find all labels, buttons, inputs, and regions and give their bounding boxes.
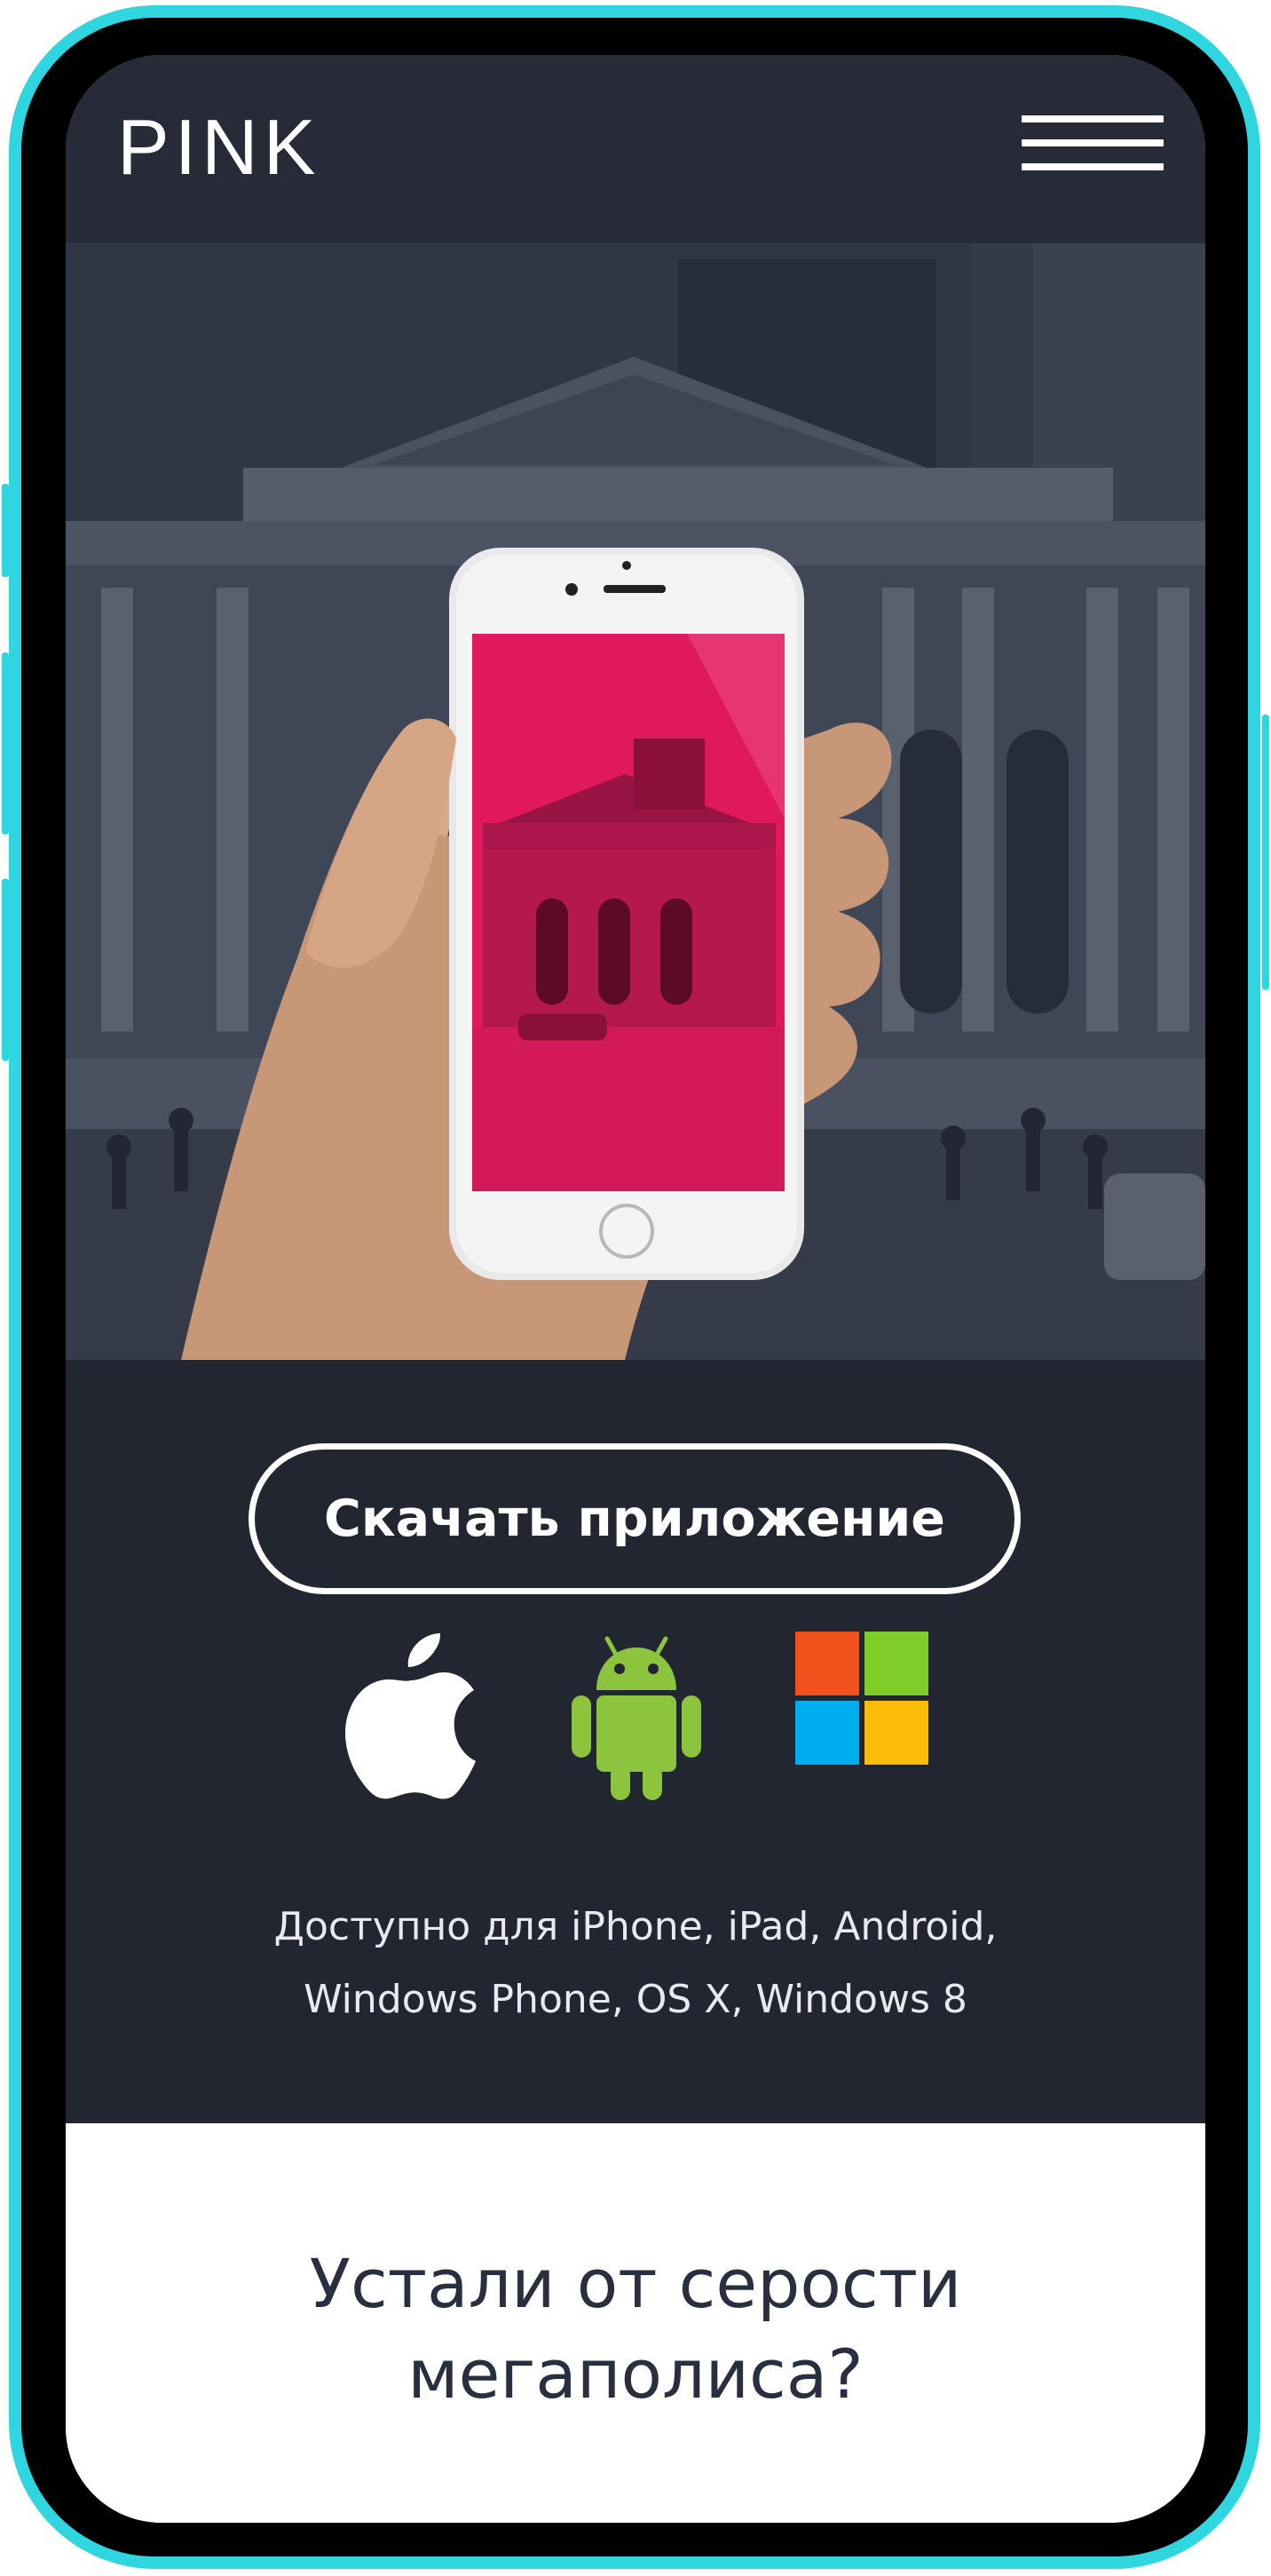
features-section: Устали от серости мегаполиса?	[66, 2123, 1205, 2523]
device-volume-up-button	[2, 652, 9, 834]
features-heading: Устали от серости мегаполиса?	[66, 2239, 1205, 2420]
hamburger-menu-icon[interactable]	[1022, 115, 1164, 170]
download-app-button[interactable]: Скачать приложение	[249, 1443, 1021, 1594]
site-header: PINK	[66, 55, 1205, 243]
download-section: Скачать приложение Доступно для iPhone, …	[66, 1360, 1205, 2123]
site-logo[interactable]: PINK	[117, 108, 320, 186]
android-icon[interactable]	[570, 1632, 703, 1800]
hero-photo	[66, 55, 1205, 1360]
availability-line-1: Доступно для iPhone, iPad, Android,	[273, 1904, 998, 1949]
availability-text: Доступно для iPhone, iPad, Android, Wind…	[66, 1891, 1205, 2036]
hero-section: PINK	[66, 55, 1205, 1360]
features-heading-line-2: мегаполиса?	[407, 2335, 864, 2414]
device-screen: PINK Скачать приложение Доступно для iPh…	[66, 55, 1205, 2523]
device-volume-down-button	[2, 879, 9, 1061]
platform-icons	[66, 1632, 1205, 1800]
features-heading-line-1: Устали от серости	[309, 2244, 962, 2323]
apple-icon[interactable]	[344, 1632, 478, 1800]
device-power-button	[1262, 715, 1269, 990]
windows-icon[interactable]	[795, 1632, 928, 1765]
availability-line-2: Windows Phone, OS X, Windows 8	[304, 1977, 967, 2022]
device-side-button	[2, 484, 9, 577]
